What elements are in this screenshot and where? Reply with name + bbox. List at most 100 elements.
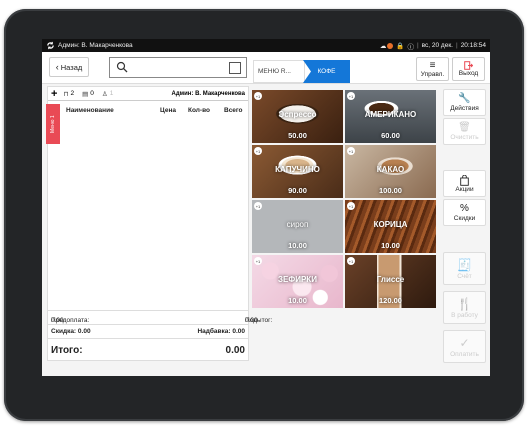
product-tile[interactable]: +1 ЗЕФИРКИ 10.00 — [252, 255, 343, 308]
discounts-button[interactable]: % Скидки — [443, 199, 486, 226]
screen: Админ: В. Макарченкова ☁ 🔒 ⓘ | вс, 20 де… — [42, 39, 490, 376]
docs-count: 0 — [90, 90, 94, 97]
search-scan-box[interactable] — [229, 62, 241, 74]
product-grid: +1 Эспрессо 50.00 +1 АМЕРИКАНО 60.00 +1 … — [252, 90, 436, 309]
exit-label: Выход — [458, 70, 479, 77]
back-button[interactable]: ‹ Назад — [49, 57, 89, 77]
status-date: вс, 20 дек. — [421, 42, 453, 49]
tile-badge: +1 — [347, 202, 355, 210]
tile-name: ЗЕФИРКИ — [278, 275, 317, 284]
bill-button[interactable]: 🧾 Счёт — [443, 252, 486, 285]
discounts-label: Скидки — [453, 215, 476, 222]
tile-badge: +1 — [347, 257, 355, 265]
tile-price: 100.00 — [379, 186, 402, 195]
col-price: Цена — [160, 107, 176, 114]
docs-counter[interactable]: ▤ 0 — [82, 90, 94, 98]
users-counter[interactable]: ♙ 1 — [102, 90, 113, 98]
product-tile[interactable]: +1 Глиссе 120.00 — [345, 255, 436, 308]
trash-icon: 🗑 — [458, 122, 471, 133]
percent-icon: % — [460, 203, 469, 214]
search-input[interactable] — [109, 57, 247, 78]
tile-name: КАКАО — [376, 165, 405, 174]
tile-badge: +1 — [254, 257, 262, 265]
breadcrumb-current[interactable]: КОФЕ — [303, 60, 350, 83]
clear-button[interactable]: 🗑 Очистить — [443, 118, 486, 145]
to-work-label: В работу — [451, 311, 478, 319]
top-bar: ‹ Назад МЕНЮ R... КОФЕ ≡ Управл. Выход — [42, 52, 490, 84]
lock-icon: 🔒 — [396, 42, 405, 50]
user-icon: ♙ — [101, 90, 108, 98]
manage-label: Управл. — [420, 70, 445, 78]
notification-badge[interactable] — [387, 42, 394, 49]
manage-button[interactable]: ≡ Управл. — [416, 57, 449, 81]
status-admin: Админ: В. Макарченкова — [58, 42, 133, 49]
tile-name: КОРИЦА — [373, 220, 408, 229]
order-totals: Предоплата: 0.00 Подытог: 0.00 Скидка: 0… — [48, 310, 272, 360]
back-label: Назад — [60, 62, 83, 72]
guests-counter[interactable]: ⊓ 2 — [63, 90, 74, 98]
users-count: 1 — [109, 90, 114, 97]
tile-name: Эспрессо — [278, 110, 317, 119]
tile-name: Глиссе — [376, 275, 405, 284]
order-panel: + ⊓ 2 ▤ 0 ♙ 1 Админ: В. Макарченкова Мен… — [46, 86, 272, 361]
exit-button[interactable]: Выход — [452, 57, 485, 81]
tile-price: 90.00 — [288, 186, 307, 195]
prepay-row: Предоплата: 0.00 Подытог: 0.00 — [48, 310, 272, 324]
tile-price: 10.00 — [381, 241, 400, 250]
pay-button[interactable]: ✓ Оплатить — [443, 330, 486, 363]
breadcrumb-menu[interactable]: МЕНЮ R... — [253, 60, 305, 83]
prepay-value: 0.00 — [51, 317, 64, 324]
surcharge-value: 0.00 — [232, 328, 245, 335]
product-tile[interactable]: +1 КАПУЧИНО 90.00 — [252, 145, 343, 198]
discount-row: Скидка: 0.00 Надбавка: 0.00 — [48, 324, 248, 338]
col-qty: Кол-во — [188, 107, 210, 114]
product-tile[interactable]: +1 сироп 10.00 — [252, 200, 343, 253]
subtotal-value: 0.00 — [245, 317, 258, 324]
hamburger-icon: ≡ — [429, 59, 436, 71]
col-total: Всего — [224, 107, 243, 114]
order-header: + ⊓ 2 ▤ 0 ♙ 1 Админ: В. Макарченкова — [48, 87, 248, 101]
col-name: Наименование — [66, 107, 114, 114]
clear-label: Очистить — [450, 134, 479, 141]
info-icon: ⓘ — [407, 43, 414, 51]
actions-button[interactable]: 🔧 Действия — [443, 89, 486, 116]
cutlery-icon: 🍴 — [457, 296, 472, 311]
tile-name: АМЕРИКАНО — [364, 110, 417, 119]
discount-label: Скидка: — [51, 328, 77, 335]
wrench-icon: 🔧 — [458, 93, 471, 104]
tile-price: 50.00 — [288, 131, 307, 140]
cloud-icon: ☁ — [379, 42, 387, 50]
surcharge-label: Надбавка: — [197, 328, 231, 335]
product-tile[interactable]: +1 КОРИЦА 10.00 — [345, 200, 436, 253]
tile-badge: +1 — [347, 147, 355, 155]
discount-value: 0.00 — [77, 328, 91, 335]
status-bar: Админ: В. Макарченкова ☁ 🔒 ⓘ | вс, 20 де… — [42, 39, 490, 52]
tile-price: 120.00 — [379, 296, 402, 305]
exit-icon — [464, 61, 473, 70]
to-work-button[interactable]: 🍴 В работу — [443, 291, 486, 324]
add-order-button[interactable]: + — [51, 88, 57, 100]
check-icon: ✓ — [459, 335, 470, 350]
product-tile[interactable]: +1 КАКАО 100.00 — [345, 145, 436, 198]
search-icon — [116, 61, 128, 73]
promos-button[interactable]: Акции — [443, 170, 486, 197]
chevron-left-icon: ‹ — [55, 62, 59, 72]
total-label: Итого: — [51, 345, 83, 356]
product-tile[interactable]: +1 Эспрессо 50.00 — [252, 90, 343, 143]
document-icon: ▤ — [82, 90, 89, 98]
sync-icon[interactable] — [46, 41, 55, 50]
guests-count: 2 — [70, 90, 75, 97]
tile-name: сироп — [286, 220, 309, 229]
total-value: 0.00 — [225, 345, 245, 356]
pay-label: Оплатить — [450, 350, 479, 358]
tile-badge: +1 — [254, 202, 262, 210]
product-tile[interactable]: +1 АМЕРИКАНО 60.00 — [345, 90, 436, 143]
table-icon: ⊓ — [63, 90, 69, 98]
actions-label: Действия — [450, 105, 479, 112]
total-row: Итого: 0.00 — [48, 338, 248, 360]
shopping-bag-icon — [460, 174, 469, 186]
menu-tab[interactable]: Меню 1 — [46, 104, 60, 144]
order-admin: Админ: В. Макарченкова — [171, 90, 245, 97]
promos-label: Акции — [455, 185, 474, 193]
tile-price: 10.00 — [288, 296, 307, 305]
